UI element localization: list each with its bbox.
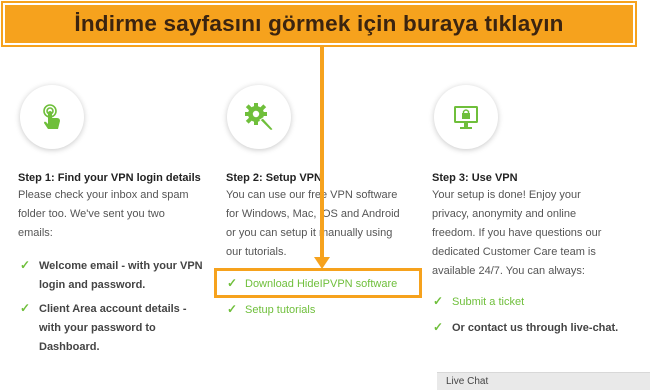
- download-highlight-box: [214, 268, 422, 298]
- step-3-icon-circle: [434, 85, 498, 149]
- step-1-item-line: Client Area account details -: [39, 303, 187, 315]
- check-icon: ✓: [20, 301, 31, 315]
- step-1-item-line: login and password.: [39, 279, 146, 291]
- step-3-description-line: dedicated Customer Care team is: [432, 246, 596, 258]
- step-2-description-line: our tutorials.: [226, 246, 287, 258]
- step-3-description-line: available 24/7. You can always:: [432, 265, 585, 277]
- step-2-description-line: for Windows, Mac, iOS and Android: [226, 208, 400, 220]
- pointer-arrow-line: [320, 45, 324, 261]
- step-2-title: Step 2: Setup VPN: [226, 172, 322, 184]
- step-1-title: Step 1: Find your VPN login details: [18, 172, 201, 184]
- gear-wrench-icon: [245, 103, 274, 131]
- check-icon: ✓: [227, 302, 238, 316]
- step-1-item-line: Dashboard.: [39, 341, 100, 353]
- setup-tutorials-link[interactable]: Setup tutorials: [245, 301, 315, 320]
- tap-finger-icon: [43, 104, 60, 129]
- step-2-icon-circle: [227, 85, 291, 149]
- step-2-description-line: or you can setup it manually using: [226, 227, 393, 239]
- step-1-description-line: folder too. We've sent you two: [18, 208, 165, 220]
- download-page-banner[interactable]: İndirme sayfasını görmek için buraya tık…: [1, 1, 637, 47]
- step-3-description-line: privacy, anonymity and online: [432, 208, 577, 220]
- step-1-item-line: Welcome email - with your VPN: [39, 260, 203, 272]
- banner-text: İndirme sayfasını görmek için buraya tık…: [74, 11, 564, 36]
- step-1-description-line: emails:: [18, 227, 53, 239]
- step-2-description-line: You can use our free VPN software: [226, 189, 398, 201]
- monitor-lock-icon: [454, 106, 478, 129]
- step-3-description-line: freedom. If you have questions our: [432, 227, 602, 239]
- step-1-description-line: Please check your inbox and spam: [18, 189, 189, 201]
- submit-ticket-link[interactable]: Submit a ticket: [452, 293, 524, 312]
- check-icon: ✓: [433, 294, 444, 308]
- check-icon: ✓: [433, 320, 444, 334]
- live-chat-button[interactable]: Live Chat: [437, 372, 650, 390]
- step-3-title: Step 3: Use VPN: [432, 172, 518, 184]
- contact-live-chat-text: Or contact us through live-chat.: [452, 322, 619, 334]
- step-1-item-line: with your password to: [39, 322, 156, 334]
- step-3-description-line: Your setup is done! Enjoy your: [432, 189, 581, 201]
- check-icon: ✓: [20, 258, 31, 272]
- step-1-icon-circle: [20, 85, 84, 149]
